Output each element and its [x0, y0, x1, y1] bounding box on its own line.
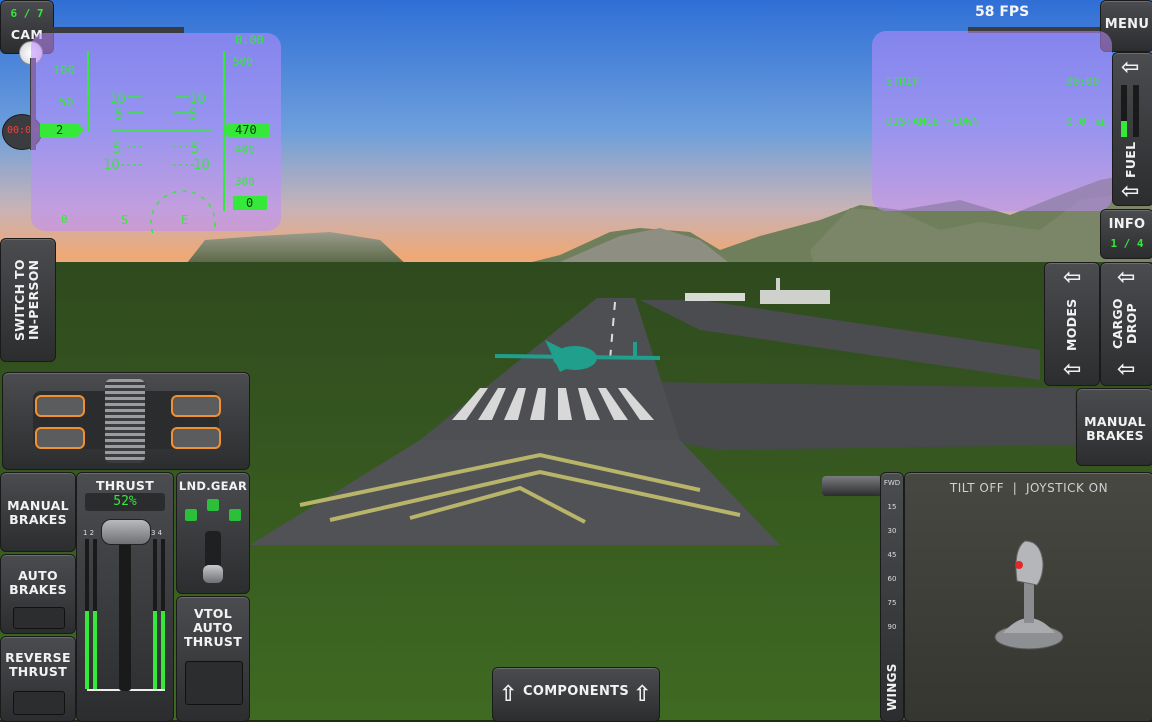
vertical-speed-box: 0 — [233, 196, 267, 210]
vertical-speed-value: 0 — [246, 196, 254, 210]
gear-light-left — [185, 509, 197, 521]
altitude-indicator: 470 — [223, 123, 269, 137]
thrust-bar-2 — [93, 539, 97, 689]
manual-brakes-left-label: MANUAL BRAKES — [7, 498, 69, 527]
wing-scale-tick: FWD — [883, 479, 901, 487]
speed-value: 2 — [56, 123, 64, 137]
wing-scale-tick: 45 — [887, 551, 897, 559]
arrow-up-icon-2: ⇧ — [633, 682, 652, 707]
info-button[interactable]: INFO 1 / 4 — [1100, 209, 1152, 259]
info-hud: STRIP 00:00 DISTANCE FLOWN 0.0 mi — [872, 31, 1112, 211]
flaps-control-panel[interactable] — [2, 372, 250, 470]
landing-gear-panel[interactable]: LND.GEAR — [176, 472, 250, 594]
thrust-bar-1 — [85, 539, 89, 689]
left-scale-100: 100 — [53, 63, 75, 77]
wing-sweep-handle[interactable] — [822, 476, 882, 496]
info-row-value-0: 00:00 — [1066, 75, 1100, 88]
thrust-panel[interactable]: THRUST 52% 1 2 3 4 — [76, 472, 174, 722]
manual-brakes-left-button[interactable]: MANUAL BRAKES — [0, 472, 76, 552]
right-scale-500: 500 — [233, 55, 253, 68]
reverse-thrust-label: REVERSE THRUST — [5, 650, 71, 679]
flight-hud: 0.00 100 50 0 2 10 5 5 10 10 5 5 10 S E … — [31, 33, 281, 233]
info-page: 1 / 4 — [1110, 237, 1144, 250]
fuel-gauge-2 — [1133, 85, 1139, 137]
joystick-panel[interactable]: TILT OFF | JOYSTICK ON — [904, 472, 1152, 722]
wing-scale-tick: 30 — [887, 527, 897, 535]
switch-in-person-button[interactable]: SWITCH TO IN-PERSON — [0, 238, 56, 362]
reverse-thrust-indicator — [13, 691, 65, 715]
right-scale-400: 400 — [235, 143, 255, 156]
joystick-icon[interactable] — [989, 533, 1069, 653]
flap-handle-4 — [171, 427, 221, 449]
manual-brakes-right-label: MANUAL BRAKES — [1084, 414, 1146, 443]
thrust-lever-track — [119, 531, 131, 691]
center-slider-grip[interactable] — [105, 379, 145, 463]
flap-handle-1 — [35, 395, 85, 417]
gear-light-right — [229, 509, 241, 521]
thrust-lever-handle[interactable] — [101, 519, 151, 545]
vtol-indicator — [185, 661, 243, 705]
left-scale-0: 0 — [61, 213, 68, 226]
wing-scale-tick: 15 — [887, 503, 897, 511]
thrust-bar-3 — [153, 539, 157, 689]
thrust-scale-left: 1 2 — [83, 529, 95, 537]
fuel-gauge — [1121, 85, 1127, 137]
modes-label: MODES — [1064, 298, 1079, 352]
hud-top-scale: 0.00 — [235, 33, 264, 47]
fuel-gauge-fill — [1121, 121, 1127, 137]
gear-lever-handle[interactable] — [203, 565, 223, 583]
left-scale-50: 50 — [59, 95, 74, 109]
info-row-label-0: STRIP — [886, 75, 920, 88]
thrust-scale-right: 3 4 — [151, 529, 163, 537]
flap-handle-3 — [35, 427, 85, 449]
fps-counter: 58 FPS — [975, 4, 1030, 20]
cargo-drop-button[interactable]: ⇦ CARGO DROP ⇦ — [1100, 262, 1152, 386]
thrust-bar-4 — [161, 539, 165, 689]
info-label: INFO — [1108, 217, 1146, 232]
arrow-left-icon-6: ⇦ — [1117, 357, 1136, 382]
speed-indicator: 2 — [40, 123, 84, 137]
switch-in-person-label: SWITCH TO IN-PERSON — [12, 259, 41, 341]
manual-brakes-right-button[interactable]: MANUAL BRAKES — [1076, 388, 1152, 466]
wing-scale-tick: 75 — [887, 599, 897, 607]
thrust-value: 52% — [113, 494, 137, 509]
pitch-ladder-lines — [111, 96, 216, 233]
heading-s: S — [121, 213, 129, 227]
wing-scale-tick: 60 — [887, 575, 897, 583]
modes-button[interactable]: ⇦ MODES ⇦ — [1044, 262, 1100, 386]
heading-e: E — [181, 213, 189, 227]
vtol-auto-thrust-label: VTOL AUTO THRUST — [183, 606, 243, 649]
reverse-thrust-button[interactable]: REVERSE THRUST — [0, 636, 76, 722]
fuel-label: FUEL — [1123, 141, 1138, 179]
wings-label: WINGS — [885, 663, 899, 711]
vtol-auto-thrust-button[interactable]: VTOL AUTO THRUST — [176, 596, 250, 722]
fuel-panel[interactable]: ⇦ FUEL ⇦ — [1112, 52, 1152, 206]
arrow-left-icon: ⇦ — [1121, 55, 1140, 80]
landing-gear-label: LND.GEAR — [178, 479, 248, 493]
thrust-label: THRUST — [95, 478, 155, 493]
auto-brakes-label: AUTO BRAKES — [9, 568, 67, 597]
speed-tape — [87, 51, 89, 131]
arrow-left-icon-2: ⇦ — [1121, 179, 1140, 204]
info-row-label-1: DISTANCE FLOWN — [886, 115, 979, 128]
arrow-left-icon-5: ⇦ — [1117, 265, 1136, 290]
wing-scale-tick: 90 — [887, 623, 897, 631]
altitude-value: 470 — [235, 123, 257, 137]
cam-counter: 6 / 7 — [10, 7, 44, 20]
joystick-mode-label: TILT OFF | JOYSTICK ON — [949, 481, 1109, 495]
wings-control[interactable]: FWD 15 30 45 60 75 90 WINGS — [880, 472, 904, 722]
gear-light-nose — [207, 499, 219, 511]
thrust-readout: 52% — [85, 493, 165, 511]
components-button[interactable]: ⇧ COMPONENTS ⇧ — [492, 667, 660, 722]
info-row-value-1: 0.0 mi — [1066, 115, 1106, 128]
arrow-left-icon-4: ⇦ — [1063, 357, 1082, 382]
auto-brakes-button[interactable]: AUTO BRAKES — [0, 554, 76, 634]
cargo-drop-label: CARGO DROP — [1110, 298, 1139, 350]
flap-handle-2 — [171, 395, 221, 417]
arrow-left-icon-3: ⇦ — [1063, 265, 1082, 290]
right-scale-300: 300 — [235, 175, 255, 188]
menu-label: MENU — [1104, 17, 1150, 32]
auto-brakes-indicator — [13, 607, 65, 629]
